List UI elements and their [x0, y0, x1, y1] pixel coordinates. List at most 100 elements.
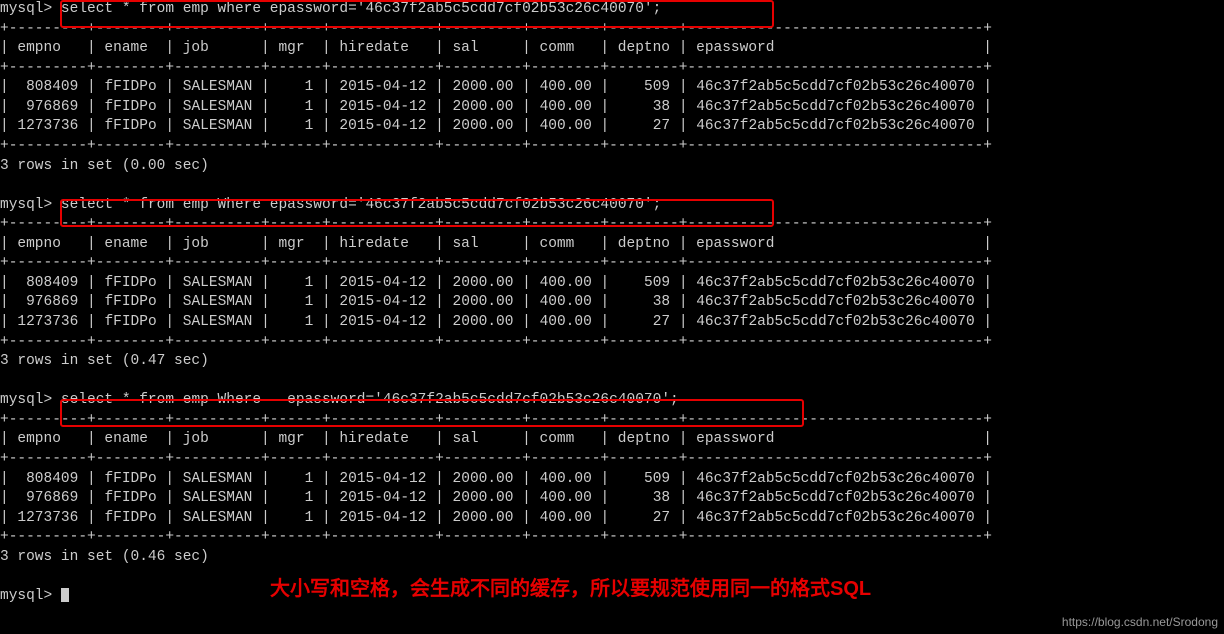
cell: 2000.00 — [453, 79, 514, 95]
cell: SALESMAN — [183, 294, 253, 310]
cell: 46c37f2ab5c5cdd7cf02b53c26c40070 — [696, 314, 974, 330]
header-row: | empno | ename | job | mgr | hiredate |… — [0, 431, 992, 447]
cell: fFIDPo — [104, 275, 156, 291]
cell: 27 — [653, 118, 670, 134]
cell: 1 — [305, 118, 314, 134]
cell: 1 — [305, 510, 314, 526]
header-row: | empno | ename | job | mgr | hiredate |… — [0, 236, 992, 252]
cell: 808409 — [26, 275, 78, 291]
cell: 2015-04-12 — [339, 510, 426, 526]
prompt: mysql> — [0, 588, 52, 604]
cell: 2015-04-12 — [339, 99, 426, 115]
cell: 2015-04-12 — [339, 314, 426, 330]
cell: fFIDPo — [104, 510, 156, 526]
cell: 808409 — [26, 79, 78, 95]
cell: 808409 — [26, 471, 78, 487]
result-1: 3 rows in set (0.00 sec) — [0, 158, 209, 174]
query-3: select * from emp Where epassword='46c37… — [61, 392, 679, 408]
cell: 1 — [305, 471, 314, 487]
cell: 46c37f2ab5c5cdd7cf02b53c26c40070 — [696, 510, 974, 526]
cell: fFIDPo — [104, 99, 156, 115]
sep: +---------+--------+----------+------+--… — [0, 216, 992, 232]
query-2: select * from emp Where epassword='46c37… — [61, 197, 661, 213]
cell: 38 — [653, 490, 670, 506]
cell: 38 — [653, 99, 670, 115]
sep: +---------+--------+----------+------+--… — [0, 334, 992, 350]
cell: 400.00 — [540, 314, 592, 330]
sep: +---------+--------+----------+------+--… — [0, 60, 992, 76]
sep: +---------+--------+----------+------+--… — [0, 412, 992, 428]
cell: 2015-04-12 — [339, 294, 426, 310]
cell: 2000.00 — [453, 490, 514, 506]
prompt: mysql> — [0, 392, 52, 408]
sep: +---------+--------+----------+------+--… — [0, 529, 992, 545]
header-row: | empno | ename | job | mgr | hiredate |… — [0, 40, 992, 56]
cell: 2015-04-12 — [339, 471, 426, 487]
cell: 27 — [653, 510, 670, 526]
cell: SALESMAN — [183, 275, 253, 291]
cell: 2000.00 — [453, 471, 514, 487]
cell: 1 — [305, 99, 314, 115]
cell: 46c37f2ab5c5cdd7cf02b53c26c40070 — [696, 471, 974, 487]
cell: 46c37f2ab5c5cdd7cf02b53c26c40070 — [696, 294, 974, 310]
cell: SALESMAN — [183, 314, 253, 330]
cell: 2000.00 — [453, 294, 514, 310]
cell: fFIDPo — [104, 314, 156, 330]
cell: 2000.00 — [453, 275, 514, 291]
cell: 400.00 — [540, 471, 592, 487]
cell: 1 — [305, 275, 314, 291]
result-3: 3 rows in set (0.46 sec) — [0, 549, 209, 565]
cell: 2015-04-12 — [339, 79, 426, 95]
cell: fFIDPo — [104, 118, 156, 134]
sep: +---------+--------+----------+------+--… — [0, 21, 992, 37]
cell: 27 — [653, 314, 670, 330]
cell: 2015-04-12 — [339, 490, 426, 506]
cell: 400.00 — [540, 99, 592, 115]
cell: 976869 — [26, 490, 78, 506]
cell: SALESMAN — [183, 510, 253, 526]
cell: 46c37f2ab5c5cdd7cf02b53c26c40070 — [696, 99, 974, 115]
cell: 509 — [644, 275, 670, 291]
cell: 2000.00 — [453, 118, 514, 134]
prompt: mysql> — [0, 197, 52, 213]
cell: 976869 — [26, 99, 78, 115]
annotation-text: 大小写和空格，会生成不同的缓存，所以要规范使用同一的格式SQL — [270, 576, 871, 603]
cell: SALESMAN — [183, 471, 253, 487]
query-1: select * from emp where epassword='46c37… — [61, 1, 661, 17]
cell: 46c37f2ab5c5cdd7cf02b53c26c40070 — [696, 79, 974, 95]
cell: 400.00 — [540, 118, 592, 134]
cell: 46c37f2ab5c5cdd7cf02b53c26c40070 — [696, 275, 974, 291]
cursor[interactable] — [61, 588, 69, 602]
cell: 1 — [305, 79, 314, 95]
cell: 46c37f2ab5c5cdd7cf02b53c26c40070 — [696, 118, 974, 134]
cell: 1 — [305, 314, 314, 330]
sep: +---------+--------+----------+------+--… — [0, 451, 992, 467]
cell: fFIDPo — [104, 471, 156, 487]
cell: SALESMAN — [183, 99, 253, 115]
cell: 400.00 — [540, 275, 592, 291]
cell: 2000.00 — [453, 314, 514, 330]
cell: 509 — [644, 79, 670, 95]
cell: 1273736 — [17, 314, 78, 330]
cell: 400.00 — [540, 294, 592, 310]
cell: 509 — [644, 471, 670, 487]
result-2: 3 rows in set (0.47 sec) — [0, 353, 209, 369]
terminal-output: mysql> select * from emp where epassword… — [0, 0, 1224, 606]
cell: 2015-04-12 — [339, 275, 426, 291]
cell: 2000.00 — [453, 99, 514, 115]
cell: 1 — [305, 490, 314, 506]
cell: SALESMAN — [183, 490, 253, 506]
cell: 38 — [653, 294, 670, 310]
cell: SALESMAN — [183, 118, 253, 134]
watermark: https://blog.csdn.net/Srodong — [1062, 614, 1218, 630]
cell: 976869 — [26, 294, 78, 310]
sep: +---------+--------+----------+------+--… — [0, 138, 992, 154]
cell: 400.00 — [540, 79, 592, 95]
sep: +---------+--------+----------+------+--… — [0, 255, 992, 271]
cell: 400.00 — [540, 490, 592, 506]
cell: 400.00 — [540, 510, 592, 526]
cell: 2000.00 — [453, 510, 514, 526]
cell: 2015-04-12 — [339, 118, 426, 134]
cell: 1273736 — [17, 118, 78, 134]
cell: 1273736 — [17, 510, 78, 526]
